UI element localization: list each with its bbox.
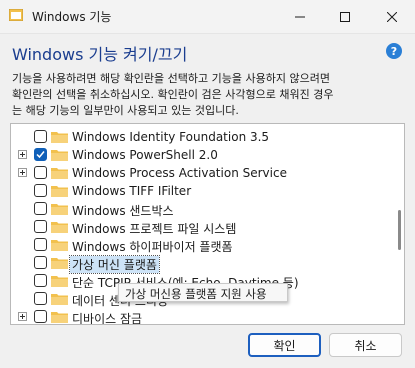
- feature-label[interactable]: Windows Identity Foundation 3.5: [72, 130, 269, 144]
- feature-row[interactable]: Windows PowerShell 2.0: [11, 146, 391, 164]
- checkmark-icon: [36, 151, 45, 159]
- feature-label[interactable]: 가상 머신 플랫폼: [69, 255, 160, 274]
- ok-button[interactable]: 확인: [248, 333, 321, 357]
- feature-checkbox[interactable]: [34, 274, 47, 287]
- window-title: Windows 기능: [32, 10, 112, 24]
- folder-icon: [51, 294, 68, 305]
- feature-label[interactable]: Windows TIFF IFilter: [72, 184, 191, 198]
- folder-icon: [51, 204, 68, 215]
- folder-icon: [51, 186, 68, 197]
- feature-checkbox[interactable]: [34, 130, 47, 143]
- feature-checkbox[interactable]: [34, 256, 47, 269]
- page-heading: Windows 기능 켜기/끄기: [12, 45, 188, 64]
- folder-icon: [51, 312, 68, 323]
- feature-label[interactable]: 디바이스 잠금: [72, 310, 142, 324]
- feature-checkbox[interactable]: [34, 220, 47, 233]
- close-icon: [387, 11, 397, 22]
- windows-features-app-icon: [9, 9, 23, 21]
- feature-row[interactable]: Windows 프로젝트 파일 시스템: [11, 218, 391, 236]
- folder-icon: [51, 222, 68, 233]
- feature-row[interactable]: Windows 하이퍼바이저 플랫폼: [11, 236, 391, 254]
- minimize-icon: [295, 16, 305, 17]
- expand-icon[interactable]: [18, 150, 27, 159]
- folder-icon: [51, 276, 68, 287]
- maximize-button[interactable]: [322, 0, 368, 33]
- feature-row[interactable]: Windows 샌드박스: [11, 200, 391, 218]
- folder-icon: [51, 168, 68, 179]
- maximize-icon: [340, 11, 350, 22]
- title-bar: Windows 기능: [0, 0, 415, 34]
- feature-row[interactable]: 디바이스 잠금: [11, 308, 391, 324]
- description: 기능을 사용하려면 해당 확인란을 선택하고 기능을 사용하지 않으려면 확인란…: [12, 71, 404, 119]
- feature-checkbox[interactable]: [34, 148, 47, 161]
- feature-checkbox[interactable]: [34, 184, 47, 197]
- feature-row[interactable]: 가상 머신 플랫폼: [11, 254, 391, 274]
- feature-checkbox[interactable]: [34, 238, 47, 251]
- cancel-button[interactable]: 취소: [329, 333, 402, 357]
- expand-icon[interactable]: [18, 168, 27, 177]
- scrollbar-thumb[interactable]: [398, 210, 401, 250]
- description-line: 기능을 사용하려면 해당 확인란을 선택하고 기능을 사용하지 않으려면: [12, 72, 330, 85]
- feature-label[interactable]: Windows PowerShell 2.0: [72, 148, 218, 162]
- minimize-button[interactable]: [277, 0, 323, 33]
- feature-checkbox[interactable]: [34, 202, 47, 215]
- close-button[interactable]: [369, 0, 415, 33]
- description-line: 는 해당 기능의 일부만이 사용되고 있는 것입니다.: [12, 104, 239, 117]
- feature-row[interactable]: Windows TIFF IFilter: [11, 182, 391, 200]
- expand-icon[interactable]: [18, 312, 27, 321]
- help-icon[interactable]: ?: [386, 43, 402, 59]
- vertical-scrollbar[interactable]: [395, 124, 404, 324]
- folder-icon: [51, 150, 68, 161]
- feature-label[interactable]: Windows Process Activation Service: [72, 166, 287, 180]
- feature-row[interactable]: Windows Identity Foundation 3.5: [11, 128, 391, 146]
- feature-label[interactable]: Windows 하이퍼바이저 플랫폼: [72, 238, 233, 255]
- feature-label[interactable]: Windows 샌드박스: [72, 202, 174, 219]
- feature-checkbox[interactable]: [34, 166, 47, 179]
- feature-checkbox[interactable]: [34, 292, 47, 305]
- feature-label[interactable]: Windows 프로젝트 파일 시스템: [72, 220, 236, 237]
- folder-icon: [51, 240, 68, 251]
- feature-checkbox[interactable]: [34, 310, 47, 323]
- folder-icon: [51, 132, 68, 143]
- folder-icon: [51, 258, 68, 269]
- feature-tooltip: 가상 머신용 플랫폼 지원 사용: [118, 283, 288, 302]
- feature-row[interactable]: Windows Process Activation Service: [11, 164, 391, 182]
- description-line: 확인란의 선택을 취소하십시오. 확인란이 검은 사각형으로 채워진 경우: [12, 88, 334, 101]
